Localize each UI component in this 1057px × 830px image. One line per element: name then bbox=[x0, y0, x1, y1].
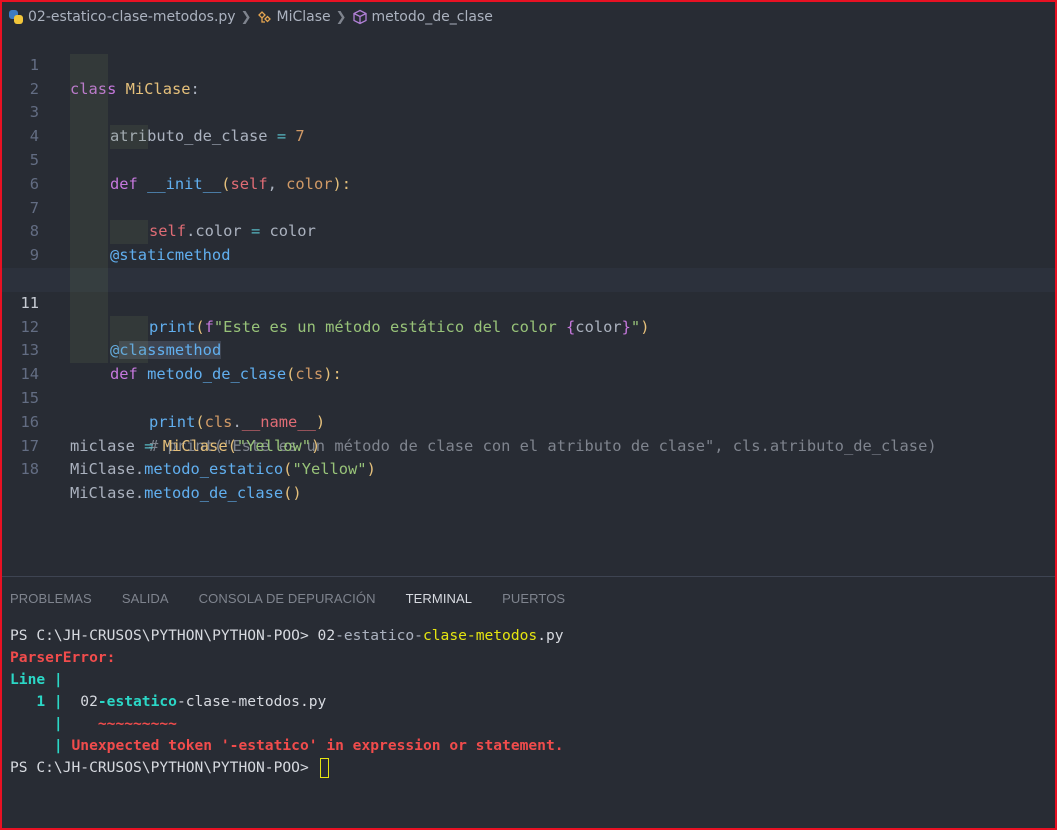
indent-guide bbox=[70, 268, 108, 292]
error-underline: ~~~~~~~~~ bbox=[97, 715, 177, 732]
indent-guide bbox=[110, 125, 148, 149]
indent-guide bbox=[110, 339, 148, 364]
code-line[interactable]: 17 MiClase.metodo_estatico("Yellow") bbox=[2, 411, 1055, 479]
terminal-prompt: PS C:\JH-CRUSOS\PYTHON\PYTHON-POO> bbox=[10, 759, 318, 776]
token: metodo_de_clase bbox=[144, 484, 284, 503]
code-line[interactable]: 15 bbox=[2, 363, 1055, 407]
terminal-line: 1 | 02-estatico-clase-metodos.py bbox=[10, 691, 564, 713]
terminal-line: | Unexpected token '-estatico' in expres… bbox=[10, 735, 564, 757]
token: . bbox=[134, 484, 145, 503]
terminal-text: clase-metodos bbox=[422, 627, 538, 644]
token: MiClase bbox=[70, 484, 135, 503]
error-row-number: 1 | bbox=[10, 693, 81, 710]
token: . bbox=[134, 460, 145, 479]
terminal-text: -estatico- bbox=[335, 627, 423, 644]
tab-puertos[interactable]: PUERTOS bbox=[502, 591, 565, 606]
python-file-icon bbox=[8, 9, 24, 25]
method-cube-icon bbox=[352, 9, 367, 25]
code-line[interactable]: 8 def metodo_estatico(color): bbox=[2, 196, 1055, 288]
code-line[interactable]: 7 @staticmethod bbox=[2, 172, 1055, 264]
code-line[interactable]: 5 self.color = color bbox=[2, 125, 1055, 240]
class-symbol-icon bbox=[257, 11, 271, 23]
tab-consola-depuracion[interactable]: CONSOLA DE DEPURACIÓN bbox=[199, 591, 376, 606]
terminal-text: 02 bbox=[317, 627, 336, 644]
terminal-line: | ~~~~~~~~~ bbox=[10, 713, 564, 735]
terminal-cursor[interactable] bbox=[319, 758, 329, 778]
error-message: Unexpected token '-estatico' in expressi… bbox=[71, 737, 564, 754]
code-line[interactable]: 1 class MiClase: bbox=[2, 30, 1055, 98]
terminal-line: PS C:\JH-CRUSOS\PYTHON\PYTHON-POO> bbox=[10, 757, 564, 779]
terminal-text: -estatico bbox=[97, 693, 177, 710]
indent-guide bbox=[70, 244, 108, 268]
indent-guide bbox=[70, 149, 108, 173]
vscode-window: 02-estatico-clase-metodos.py ❯ MiClase ❯… bbox=[0, 0, 1057, 830]
indent-guide bbox=[70, 220, 108, 245]
error-title: ParserError: bbox=[10, 649, 116, 666]
token: "Yellow" bbox=[292, 460, 367, 479]
error-line-label: Line | bbox=[10, 671, 63, 688]
breadcrumb-method[interactable]: metodo_de_clase bbox=[352, 9, 493, 25]
breadcrumb-method-label: metodo_de_clase bbox=[371, 9, 493, 25]
terminal-output[interactable]: PS C:\JH-CRUSOS\PYTHON\PYTHON-POO> 02-es… bbox=[10, 625, 564, 779]
token: () bbox=[283, 484, 302, 503]
terminal-text: -clase-metodos.py bbox=[176, 693, 327, 710]
indent-guide bbox=[70, 315, 108, 340]
line-number: 18 bbox=[20, 460, 39, 479]
indent-guide bbox=[70, 291, 108, 316]
indent-guide bbox=[110, 220, 148, 245]
code-line[interactable]: 18 MiClase.metodo_de_clase() bbox=[2, 435, 1055, 502]
token: metodo_estatico bbox=[144, 460, 284, 479]
breadcrumb-file-label: 02-estatico-clase-metodos.py bbox=[28, 9, 236, 25]
indent-guide bbox=[70, 53, 108, 78]
indent-guide bbox=[110, 315, 148, 340]
indent-guide bbox=[70, 339, 108, 364]
token: MiClase bbox=[70, 460, 135, 479]
code-line[interactable]: 14 # print("Este es un método de clase c… bbox=[2, 339, 1055, 455]
code-line[interactable]: 4 def __init__(self, color): bbox=[2, 101, 1055, 193]
chevron-right-icon: ❯ bbox=[335, 9, 347, 25]
code-line[interactable]: 9 print(f"Este es un método estático del… bbox=[2, 220, 1055, 336]
indent-guide bbox=[70, 125, 108, 149]
panel-tabs: PROBLEMAS SALIDA CONSOLA DE DEPURACIÓN T… bbox=[10, 591, 595, 606]
code-line[interactable]: 2 atributo_de_clase = 7 bbox=[2, 53, 1055, 145]
bottom-panel: PROBLEMAS SALIDA CONSOLA DE DEPURACIÓN T… bbox=[2, 576, 1055, 828]
code-line[interactable]: 12 def metodo_de_clase(cls): bbox=[2, 291, 1055, 383]
tab-terminal[interactable]: TERMINAL bbox=[406, 591, 473, 606]
code-line[interactable]: 10 bbox=[2, 244, 1055, 288]
chevron-right-icon: ❯ bbox=[240, 9, 252, 25]
breadcrumb: 02-estatico-clase-metodos.py ❯ MiClase ❯… bbox=[2, 4, 1055, 30]
breadcrumb-class-label: MiClase bbox=[276, 9, 331, 25]
code-line[interactable]: 13 print(cls.__name__) bbox=[2, 315, 1055, 431]
terminal-text: .py bbox=[537, 627, 564, 644]
terminal-text: 02 bbox=[80, 693, 98, 710]
error-bar: | bbox=[10, 715, 98, 732]
indent-guide bbox=[70, 101, 108, 126]
code-line-active[interactable]: 11 @classmethod bbox=[2, 268, 1055, 360]
code-editor[interactable]: 1 class MiClase: 2 atributo_de_clase = 7… bbox=[2, 30, 1055, 575]
indent-guide bbox=[70, 77, 108, 102]
indent-guide bbox=[70, 196, 108, 221]
token: ) bbox=[366, 460, 376, 479]
code-line[interactable]: 3 bbox=[2, 77, 1055, 121]
terminal-prompt: PS C:\JH-CRUSOS\PYTHON\PYTHON-POO> bbox=[10, 627, 318, 644]
error-bar: | bbox=[10, 737, 72, 754]
terminal-line: PS C:\JH-CRUSOS\PYTHON\PYTHON-POO> 02-es… bbox=[10, 625, 564, 647]
code-line[interactable]: 16 miclase = MiClase("Yellow") bbox=[2, 387, 1055, 455]
tab-salida[interactable]: SALIDA bbox=[122, 591, 169, 606]
code-line[interactable]: 6 bbox=[2, 149, 1055, 193]
indent-guide bbox=[70, 172, 108, 197]
breadcrumb-class[interactable]: MiClase bbox=[257, 9, 331, 25]
breadcrumb-file[interactable]: 02-estatico-clase-metodos.py bbox=[8, 9, 236, 25]
tab-problemas[interactable]: PROBLEMAS bbox=[10, 591, 92, 606]
